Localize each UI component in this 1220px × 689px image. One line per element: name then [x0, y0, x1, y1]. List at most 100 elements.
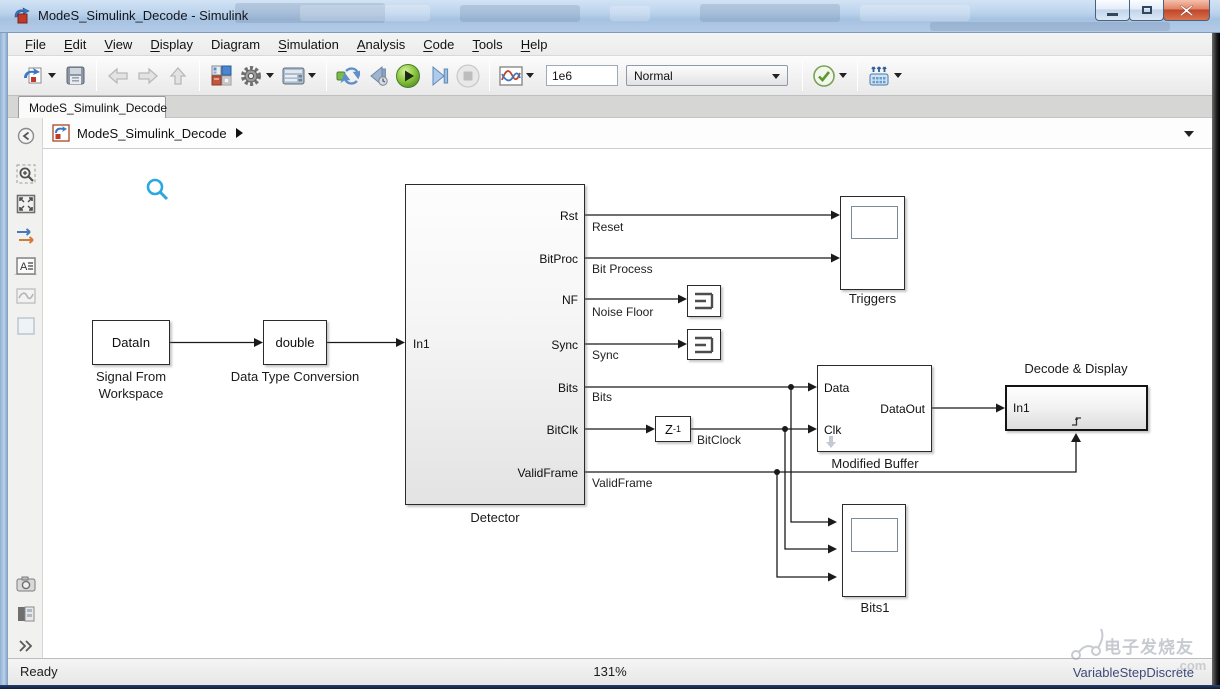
library-browser-button[interactable]: [206, 61, 236, 91]
block-triggers-scope[interactable]: [840, 196, 905, 290]
new-model-dropdown[interactable]: [48, 73, 56, 78]
background-window-ghost: [460, 5, 580, 22]
stop-button[interactable]: [453, 61, 483, 91]
status-bar: Ready 131% VariableStepDiscrete: [8, 658, 1212, 685]
new-model-button[interactable]: [18, 61, 48, 91]
close-button[interactable]: [1163, 0, 1210, 21]
step-back-button[interactable]: [363, 61, 393, 91]
fit-to-view-button[interactable]: [15, 193, 37, 215]
menu-file[interactable]: File: [16, 37, 55, 52]
delay-base: Z: [665, 422, 673, 437]
block-caption-decode-display: Decode & Display: [1000, 360, 1152, 377]
step-forward-button[interactable]: [423, 61, 453, 91]
breadcrumb-dropdown[interactable]: [1184, 131, 1194, 137]
block-modified-buffer[interactable]: Data Clk DataOut: [817, 365, 932, 452]
update-diagram-icon: [336, 65, 360, 87]
save-button[interactable]: [60, 61, 90, 91]
search-icon[interactable]: [144, 176, 172, 204]
minimize-button[interactable]: [1095, 0, 1130, 21]
port-in1: In1: [1013, 400, 1030, 416]
menu-analysis[interactable]: Analysis: [348, 37, 414, 52]
toolbar-separator: [199, 61, 200, 91]
fit-to-view-icon: [16, 194, 36, 214]
new-model-icon: [22, 65, 44, 87]
background-window-ghost: [610, 6, 650, 21]
menu-tools[interactable]: Tools: [463, 37, 511, 52]
zoom-selection-button[interactable]: [15, 163, 37, 185]
annotation-button[interactable]: A: [15, 255, 37, 277]
annotation-icon: A: [16, 257, 36, 275]
tool-palette: A: [8, 118, 43, 658]
minimize-icon: [1107, 13, 1118, 16]
model-file-icon: [52, 124, 70, 142]
step-forward-icon: [426, 64, 450, 88]
screenshot-button[interactable]: [15, 573, 37, 595]
back-button[interactable]: [103, 61, 133, 91]
area-box-button[interactable]: [15, 315, 37, 337]
menu-code[interactable]: Code: [414, 37, 463, 52]
port-dataout: DataOut: [880, 401, 925, 417]
forward-button[interactable]: [133, 61, 163, 91]
model-configuration-dropdown[interactable]: [308, 73, 316, 78]
signal-label-reset: Reset: [592, 220, 623, 234]
data-inspector-dropdown[interactable]: [526, 73, 534, 78]
camera-icon: [16, 576, 36, 592]
status-zoom-level: 131%: [8, 664, 1212, 679]
run-icon: [395, 63, 421, 89]
settings-button[interactable]: [236, 61, 266, 91]
block-caption-modified-buffer: Modified Buffer: [810, 455, 940, 472]
tab-model[interactable]: ModeS_Simulink_Decode: [18, 96, 166, 118]
menu-diagram[interactable]: Diagram: [202, 37, 269, 52]
menu-display[interactable]: Display: [141, 37, 202, 52]
port-bits: Bits: [558, 380, 578, 396]
background-window-ghost: [300, 5, 430, 21]
block-noise-floor-sink[interactable]: [687, 285, 721, 317]
block-sync-sink[interactable]: [687, 329, 721, 360]
block-unit-delay[interactable]: Z-1: [655, 416, 691, 442]
route-signals-icon: [16, 227, 36, 245]
sample-time-arrow-icon: [825, 436, 837, 449]
stop-time-input[interactable]: [546, 65, 618, 86]
update-diagram-button[interactable]: [333, 61, 363, 91]
sim-mode-select[interactable]: Normal: [626, 65, 788, 86]
toolbar-separator: [96, 61, 97, 91]
block-data-type-conversion[interactable]: double: [263, 320, 327, 365]
menu-edit[interactable]: Edit: [55, 37, 95, 52]
toolbar-separator: [802, 61, 803, 91]
expand-palette-button[interactable]: [15, 635, 37, 657]
settings-dropdown[interactable]: [266, 73, 274, 78]
hide-browser-button[interactable]: [15, 125, 37, 147]
port-bitclk: BitClk: [547, 422, 578, 438]
background-window-ghost: [930, 22, 1170, 31]
model-advisor-dropdown[interactable]: [839, 73, 847, 78]
window-left-border: [0, 33, 8, 685]
block-bits1-scope[interactable]: [842, 504, 906, 597]
window-title: ModeS_Simulink_Decode - Simulink: [38, 0, 248, 32]
scope-screen: [851, 206, 898, 239]
model-configuration-button[interactable]: [278, 61, 308, 91]
block-caption-bits1: Bits1: [845, 599, 905, 616]
block-decode-display[interactable]: In1: [1005, 385, 1148, 431]
title-bar[interactable]: ModeS_Simulink_Decode - Simulink: [0, 0, 1220, 33]
stop-icon: [455, 63, 481, 89]
signal-label-bitclock: BitClock: [697, 433, 741, 447]
model-browser-button[interactable]: [15, 603, 37, 625]
port-data: Data: [824, 380, 849, 396]
route-signals-button[interactable]: [15, 225, 37, 247]
breadcrumb-model-name[interactable]: ModeS_Simulink_Decode: [77, 126, 227, 141]
up-button[interactable]: [163, 61, 193, 91]
build-dropdown[interactable]: [894, 73, 902, 78]
maximize-button[interactable]: [1129, 0, 1164, 21]
forward-icon: [136, 66, 160, 86]
data-inspector-button[interactable]: [496, 61, 526, 91]
block-detector[interactable]: In1 Rst BitProc NF Sync Bits BitClk Vali…: [405, 184, 585, 505]
block-signal-from-workspace[interactable]: DataIn: [92, 320, 170, 365]
build-button[interactable]: [864, 61, 894, 91]
run-button[interactable]: [393, 61, 423, 91]
menu-simulation[interactable]: Simulation: [269, 37, 348, 52]
menu-view[interactable]: View: [95, 37, 141, 52]
signal-viewer-button[interactable]: [15, 285, 37, 307]
model-advisor-button[interactable]: [809, 61, 839, 91]
menu-help[interactable]: Help: [512, 37, 557, 52]
port-bitproc: BitProc: [539, 251, 578, 267]
